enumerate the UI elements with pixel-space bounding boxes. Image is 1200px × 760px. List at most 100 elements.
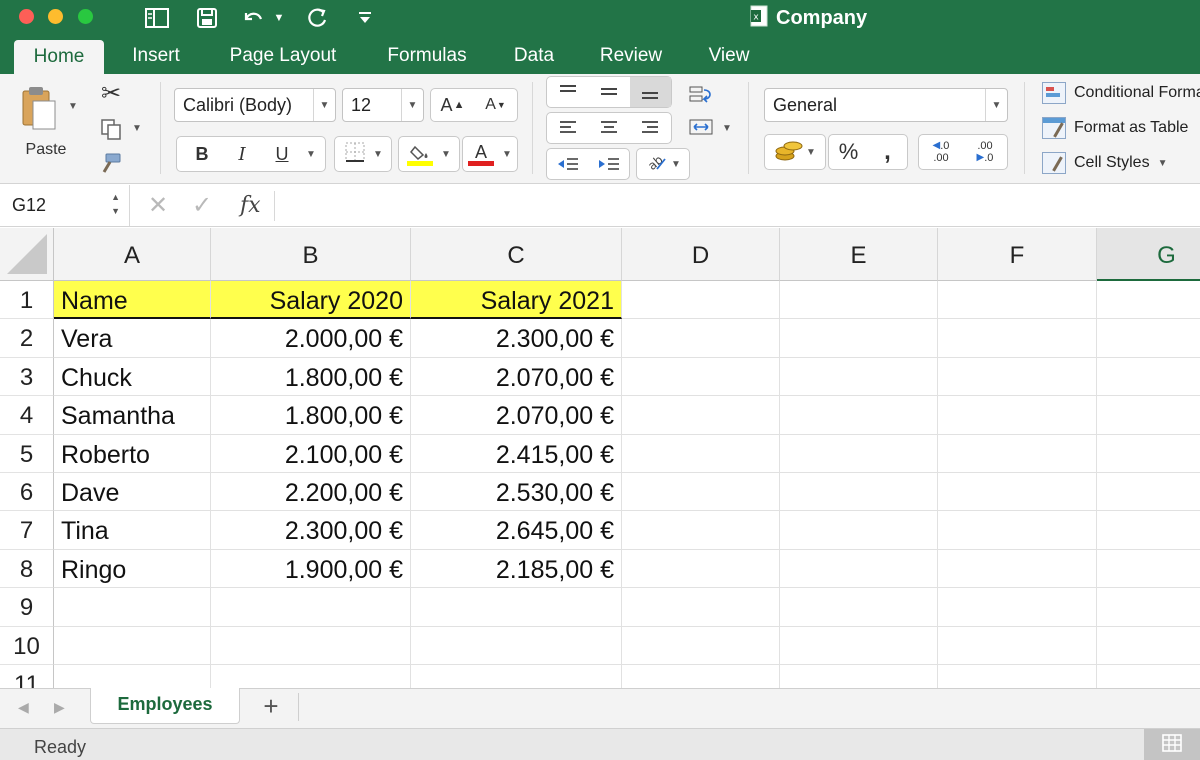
cell-g3[interactable] (1097, 358, 1200, 397)
cell-a1[interactable]: Name (54, 281, 211, 320)
cell-a11[interactable] (54, 665, 211, 688)
cell-b7[interactable]: 2.300,00 € (211, 511, 411, 550)
cell-g8[interactable] (1097, 550, 1200, 589)
cell-d7[interactable] (622, 511, 780, 550)
cell-d6[interactable] (622, 473, 780, 512)
cell-f10[interactable] (938, 626, 1097, 665)
cell-f4[interactable] (938, 396, 1097, 435)
row-header-1[interactable]: 1 (0, 281, 54, 320)
cell-f1[interactable] (938, 281, 1097, 320)
row-header-4[interactable]: 4 (0, 396, 54, 435)
cell-styles-button[interactable]: Cell Styles ▼ (1042, 148, 1167, 178)
cell-e7[interactable] (780, 511, 938, 550)
cancel-formula-icon[interactable]: ✕ (148, 191, 168, 221)
column-header-e[interactable]: E (780, 228, 938, 281)
cell-d1[interactable] (622, 281, 780, 320)
cell-g5[interactable] (1097, 435, 1200, 473)
cell-d5[interactable] (622, 434, 780, 473)
copy-options-caret-icon[interactable]: ▼ (130, 120, 144, 136)
name-box[interactable]: G12 ▲ ▼ (0, 185, 130, 226)
cell-f8[interactable] (938, 549, 1097, 589)
format-as-table-button[interactable]: Format as Table (1042, 113, 1188, 143)
cell-g1[interactable] (1097, 281, 1200, 320)
tab-review[interactable]: Review (584, 36, 678, 74)
cell-a3[interactable]: Chuck (54, 357, 211, 397)
cell-g4[interactable] (1097, 396, 1200, 435)
tab-insert[interactable]: Insert (116, 36, 196, 74)
increase-decimal-button[interactable]: ◀ .0 .00 (919, 140, 963, 164)
sheet-tab-employees[interactable]: Employees (90, 688, 240, 724)
confirm-formula-icon[interactable]: ✓ (192, 191, 212, 221)
select-all-button[interactable] (0, 228, 54, 281)
row-header-2[interactable]: 2 (0, 319, 54, 358)
cell-c7[interactable]: 2.645,00 € (411, 511, 622, 550)
insert-function-button[interactable]: fx (240, 191, 261, 221)
tab-home[interactable]: Home (14, 40, 104, 74)
cell-b11[interactable] (211, 665, 411, 688)
cell-g7[interactable] (1097, 511, 1200, 550)
underline-button[interactable]: U (262, 144, 302, 165)
copy-icon[interactable] (96, 114, 126, 144)
decrease-font-size-button[interactable]: A ▼ (474, 96, 517, 114)
cell-e3[interactable] (780, 357, 938, 397)
italic-button[interactable]: I (222, 144, 262, 165)
cell-b9[interactable] (211, 588, 411, 627)
cell-f2[interactable] (938, 319, 1097, 358)
decrease-decimal-button[interactable]: .00 ▶ .0 (963, 140, 1007, 164)
cell-e6[interactable] (780, 473, 938, 512)
cell-b4[interactable]: 1.800,00 € (211, 396, 411, 435)
percent-style-button[interactable]: % (829, 139, 868, 165)
column-header-a[interactable]: A (54, 228, 211, 281)
cell-d8[interactable] (622, 549, 780, 589)
column-header-f[interactable]: F (938, 228, 1097, 281)
cell-g9[interactable] (1097, 588, 1200, 627)
column-header-b[interactable]: B (211, 228, 411, 281)
column-header-d[interactable]: D (622, 228, 780, 281)
conditional-formatting-button[interactable]: Conditional Formatting (1042, 78, 1200, 108)
cell-d4[interactable] (622, 396, 780, 435)
font-color-button[interactable]: A ▼ (462, 136, 518, 172)
align-center-icon[interactable] (588, 120, 629, 136)
underline-options-caret-icon[interactable]: ▼ (302, 149, 320, 160)
wrap-text-icon[interactable] (684, 82, 718, 108)
cell-c2[interactable]: 2.300,00 € (411, 319, 622, 358)
cell-a9[interactable] (54, 588, 211, 627)
font-name-dropdown[interactable]: Calibri (Body) ▼ (174, 88, 336, 122)
number-format-dropdown[interactable]: General ▼ (764, 88, 1008, 122)
comma-style-button[interactable]: , (868, 138, 907, 166)
cell-b6[interactable]: 2.200,00 € (211, 473, 411, 512)
cell-c9[interactable] (411, 588, 622, 627)
row-header-9[interactable]: 9 (0, 588, 54, 627)
cell-a2[interactable]: Vera (54, 319, 211, 358)
tab-data[interactable]: Data (502, 36, 566, 74)
row-header-11[interactable]: 11 (0, 665, 54, 688)
cell-e10[interactable] (780, 626, 938, 665)
align-middle-icon[interactable] (588, 84, 629, 100)
normal-view-button[interactable] (1144, 729, 1200, 760)
merge-center-icon[interactable] (684, 114, 718, 140)
undo-history-caret-icon[interactable]: ▼ (271, 6, 287, 30)
cell-g11[interactable] (1097, 665, 1200, 688)
cell-c6[interactable]: 2.530,00 € (411, 473, 622, 512)
minimize-window-button[interactable] (48, 9, 63, 24)
cell-f7[interactable] (938, 511, 1097, 550)
orientation-button[interactable]: ab ▼ (636, 148, 690, 180)
fill-color-button[interactable]: ▼ (398, 136, 460, 172)
cell-a10[interactable] (54, 626, 211, 665)
column-header-g[interactable]: G (1097, 228, 1200, 281)
cell-a8[interactable]: Ringo (54, 549, 211, 589)
cell-c8[interactable]: 2.185,00 € (411, 549, 622, 589)
row-header-10[interactable]: 10 (0, 626, 54, 665)
align-left-icon[interactable] (547, 120, 588, 136)
cell-f9[interactable] (938, 588, 1097, 627)
cell-c11[interactable] (411, 665, 622, 688)
close-window-button[interactable] (19, 9, 34, 24)
accounting-format-button[interactable]: ▼ (764, 134, 826, 170)
formula-input[interactable] (284, 191, 1184, 221)
increase-font-size-button[interactable]: A ▲ (431, 95, 474, 116)
redo-icon[interactable] (302, 6, 332, 30)
tab-formulas[interactable]: Formulas (370, 36, 484, 74)
merge-options-caret-icon[interactable]: ▼ (720, 120, 734, 136)
sidebar-toggle-icon[interactable] (142, 6, 172, 30)
tab-page-layout[interactable]: Page Layout (212, 36, 354, 74)
